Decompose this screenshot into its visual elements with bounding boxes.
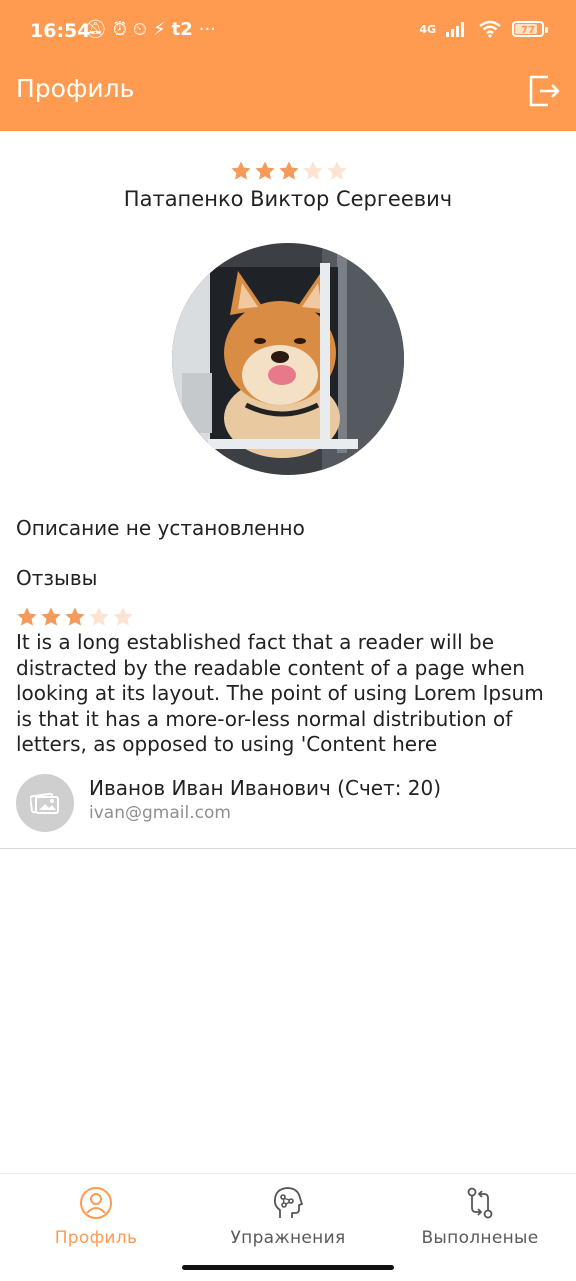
wifi-icon: [479, 20, 501, 38]
page-title: Профиль: [16, 74, 135, 103]
review-rating-stars: [16, 606, 134, 628]
image-placeholder-icon: [30, 792, 59, 814]
star-filled-icon: [231, 161, 251, 180]
signal-arrow-icon: ⚡︎: [152, 19, 166, 40]
battery-level: 77: [521, 25, 535, 36]
nav-label-exercises: Упражнения: [230, 1228, 346, 1248]
profile-icon: [80, 1187, 112, 1219]
git-compare-icon: [467, 1187, 493, 1219]
nav-item-profile[interactable]: Профиль: [0, 1186, 192, 1248]
more-dots-icon: ···: [198, 19, 216, 40]
review-text: It is a long established fact that a rea…: [16, 630, 544, 756]
star-filled-icon: [17, 607, 37, 626]
t2-icon: t2: [171, 19, 193, 40]
star-empty-icon: [303, 161, 323, 180]
status-time: 16:54: [30, 20, 91, 42]
head-brain-icon: [273, 1187, 303, 1218]
star-filled-icon: [279, 161, 299, 180]
nav-item-exercises[interactable]: Упражнения: [192, 1186, 384, 1248]
star-filled-icon: [65, 607, 85, 626]
status-notification-icons: 🔕︎ ⏰︎ ⏲︎ ⚡︎ t2 ···: [84, 19, 216, 40]
profile-name: Патапенко Виктор Сергеевич: [123, 187, 453, 211]
reviews-title: Отзывы: [16, 566, 98, 590]
nav-label-profile: Профиль: [54, 1228, 138, 1248]
star-empty-icon: [327, 161, 347, 180]
status-bar: 16:54 🔕︎ ⏰︎ ⏲︎ ⚡︎ t2 ··· 4G 77: [0, 0, 576, 62]
star-empty-icon: [113, 607, 133, 626]
profile-rating-stars: [230, 160, 348, 182]
battery-icon: 77: [512, 21, 548, 37]
alarm-outline-icon: ⏲︎: [132, 19, 147, 40]
network-type-icon: 4G: [419, 22, 436, 36]
star-filled-icon: [41, 607, 61, 626]
star-filled-icon: [255, 161, 275, 180]
reviewer-email: ivan@gmail.com: [89, 803, 231, 823]
nav-item-completed[interactable]: Выполненые: [384, 1186, 576, 1248]
top-bar: 16:54 🔕︎ ⏰︎ ⏲︎ ⚡︎ t2 ··· 4G 77 Профиль: [0, 0, 576, 131]
reviewer-avatar: [16, 774, 74, 832]
divider: [0, 848, 576, 849]
cell-signal-icon: [446, 22, 464, 37]
status-right: 4G 77: [419, 20, 548, 38]
star-empty-icon: [89, 607, 109, 626]
mute-bell-icon: 🔕︎: [84, 19, 107, 40]
home-indicator[interactable]: [182, 1265, 394, 1270]
profile-avatar[interactable]: [172, 243, 404, 475]
shiba-dog-photo: [172, 243, 404, 475]
alarm-icon: ⏰︎: [112, 19, 127, 40]
reviewer-name: Иванов Иван Иванович (Счет: 20): [89, 776, 442, 800]
logout-icon[interactable]: [528, 74, 560, 108]
profile-description: Описание не установленно: [16, 516, 305, 540]
nav-label-completed: Выполненые: [421, 1228, 539, 1248]
